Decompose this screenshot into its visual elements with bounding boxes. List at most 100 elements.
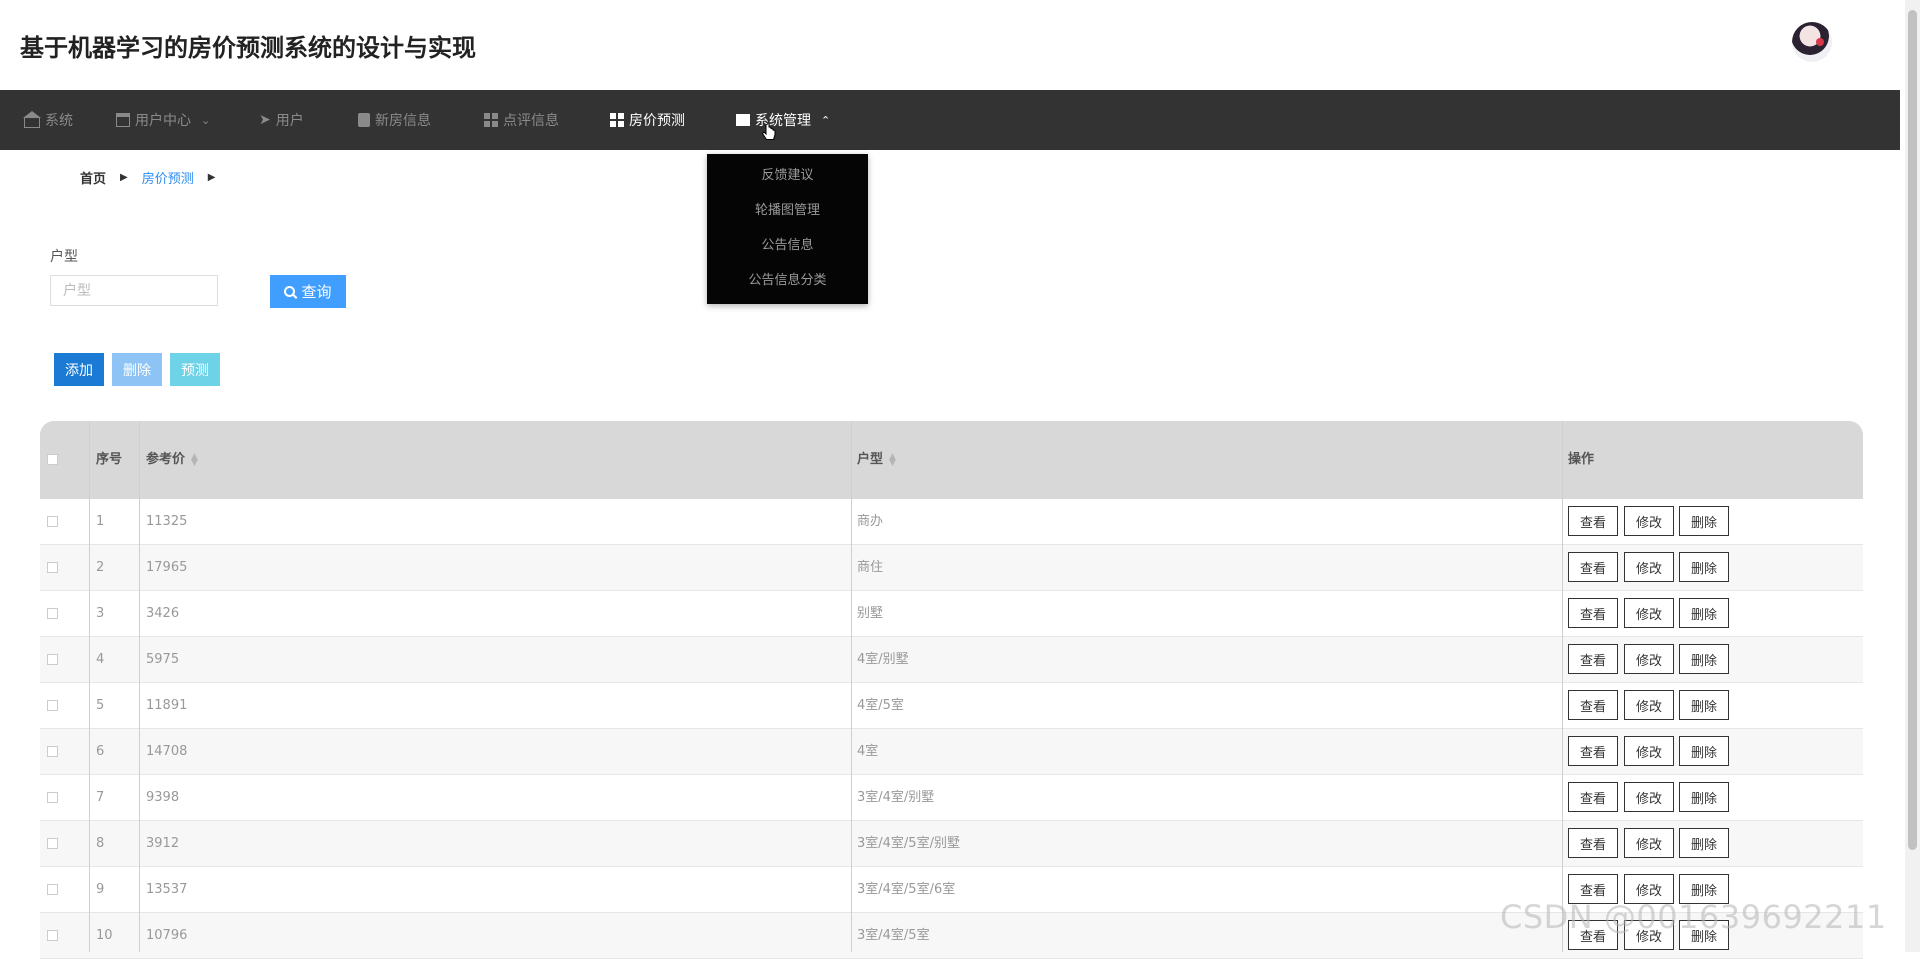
table-row: 7 9398 3室/4室/别墅 查看 修改 删除 bbox=[40, 775, 1863, 821]
delete-button[interactable]: 删除 bbox=[1679, 736, 1729, 766]
hand-cursor-icon bbox=[762, 124, 776, 140]
row-checkbox[interactable] bbox=[47, 838, 58, 849]
cell-type: 3室/4室/5室/6室 bbox=[857, 882, 956, 897]
watermark: CSDN @001639692211 bbox=[1500, 898, 1887, 936]
user-avatar[interactable] bbox=[1792, 22, 1832, 62]
batch-delete-button[interactable]: 删除 bbox=[112, 353, 162, 386]
nav-item-reviews[interactable]: 点评信息 bbox=[484, 90, 559, 150]
row-checkbox[interactable] bbox=[47, 700, 58, 711]
cell-index: 1 bbox=[96, 514, 105, 529]
nav-item-label: 用户中心 bbox=[135, 113, 191, 129]
row-checkbox[interactable] bbox=[47, 608, 58, 619]
edit-button[interactable]: 修改 bbox=[1624, 506, 1674, 536]
edit-button[interactable]: 修改 bbox=[1624, 598, 1674, 628]
select-all-checkbox[interactable] bbox=[47, 454, 58, 465]
view-button[interactable]: 查看 bbox=[1568, 782, 1618, 812]
table-row: 5 11891 4室/5室 查看 修改 删除 bbox=[40, 683, 1863, 729]
delete-button[interactable]: 删除 bbox=[1679, 598, 1729, 628]
edit-button[interactable]: 修改 bbox=[1624, 782, 1674, 812]
view-button[interactable]: 查看 bbox=[1568, 690, 1618, 720]
header: 基于机器学习的房价预测系统的设计与实现 bbox=[0, 0, 1900, 90]
header-type[interactable]: 户型 ▲ ▼ bbox=[857, 421, 896, 499]
cell-index: 7 bbox=[96, 790, 105, 805]
row-checkbox[interactable] bbox=[47, 792, 58, 803]
breadcrumb-current[interactable]: 房价预测 bbox=[142, 168, 194, 187]
dropdown-item-announcement-categories[interactable]: 公告信息分类 bbox=[707, 263, 868, 298]
nav-item-system[interactable]: 系统 bbox=[23, 90, 73, 150]
dropdown-item-announcements[interactable]: 公告信息 bbox=[707, 228, 868, 263]
table-row: 1 11325 商办 查看 修改 删除 bbox=[40, 499, 1863, 545]
edit-button[interactable]: 修改 bbox=[1624, 552, 1674, 582]
delete-button[interactable]: 删除 bbox=[1679, 506, 1729, 536]
sort-icon[interactable]: ▲ ▼ bbox=[889, 452, 896, 467]
predict-button[interactable]: 预测 bbox=[170, 353, 220, 386]
delete-button[interactable]: 删除 bbox=[1679, 644, 1729, 674]
nav-item-price-prediction[interactable]: 房价预测 bbox=[610, 90, 685, 150]
breadcrumb-home[interactable]: 首页 bbox=[80, 168, 106, 187]
row-checkbox[interactable] bbox=[47, 884, 58, 895]
row-checkbox[interactable] bbox=[47, 930, 58, 941]
edit-button[interactable]: 修改 bbox=[1624, 644, 1674, 674]
row-checkbox[interactable] bbox=[47, 746, 58, 757]
row-checkbox[interactable] bbox=[47, 654, 58, 665]
cell-price: 14708 bbox=[146, 744, 188, 759]
view-button[interactable]: 查看 bbox=[1568, 828, 1618, 858]
breadcrumb: 首页 ▶ 房价预测 ▶ bbox=[80, 168, 229, 187]
cell-type: 3室/4室/别墅 bbox=[857, 790, 935, 805]
view-button[interactable]: 查看 bbox=[1568, 506, 1618, 536]
cell-index: 2 bbox=[96, 560, 105, 575]
nav-item-new-house[interactable]: 新房信息 bbox=[358, 90, 431, 150]
clipboard-icon bbox=[358, 113, 370, 127]
column-divider bbox=[89, 421, 90, 952]
header-type-label: 户型 bbox=[857, 452, 884, 467]
cell-type: 商办 bbox=[857, 514, 884, 529]
query-button[interactable]: 查询 bbox=[270, 275, 346, 308]
site-title: 基于机器学习的房价预测系统的设计与实现 bbox=[20, 34, 476, 62]
scrollbar-thumb[interactable] bbox=[1908, 10, 1917, 850]
cell-index: 9 bbox=[96, 882, 105, 897]
sort-icon[interactable]: ▲ ▼ bbox=[191, 452, 198, 467]
dropdown-item-carousel[interactable]: 轮播图管理 bbox=[707, 193, 868, 228]
view-button[interactable]: 查看 bbox=[1568, 552, 1618, 582]
cell-index: 4 bbox=[96, 652, 105, 667]
house-type-search-input[interactable] bbox=[50, 275, 218, 306]
delete-button[interactable]: 删除 bbox=[1679, 782, 1729, 812]
chevron-up-icon: ⌃ bbox=[821, 113, 831, 127]
cell-price: 3912 bbox=[146, 836, 180, 851]
dropdown-item-feedback[interactable]: 反馈建议 bbox=[707, 158, 868, 193]
chevron-right-icon: ▶ bbox=[120, 172, 128, 183]
add-button[interactable]: 添加 bbox=[54, 353, 104, 386]
edit-button[interactable]: 修改 bbox=[1624, 828, 1674, 858]
cell-index: 5 bbox=[96, 698, 105, 713]
system-management-dropdown: 反馈建议 轮播图管理 公告信息 公告信息分类 bbox=[707, 154, 868, 304]
nav-item-label: 房价预测 bbox=[629, 113, 685, 129]
cell-price: 11891 bbox=[146, 698, 188, 713]
column-divider bbox=[851, 421, 852, 952]
nav-item-user[interactable]: ➤ 用户 bbox=[259, 90, 304, 150]
chevron-down-icon: ⌄ bbox=[201, 113, 211, 127]
delete-button[interactable]: 删除 bbox=[1679, 552, 1729, 582]
home-icon bbox=[23, 110, 41, 128]
grid-icon bbox=[610, 113, 624, 127]
nav-item-system-management[interactable]: 系统管理 ⌃ bbox=[736, 90, 830, 150]
view-button[interactable]: 查看 bbox=[1568, 736, 1618, 766]
nav-item-user-center[interactable]: 用户中心 ⌄ bbox=[116, 90, 210, 150]
cell-type: 3室/4室/5室 bbox=[857, 928, 930, 943]
search-label: 户型 bbox=[50, 249, 78, 265]
cell-type: 4室/别墅 bbox=[857, 652, 909, 667]
row-checkbox[interactable] bbox=[47, 562, 58, 573]
row-checkbox[interactable] bbox=[47, 516, 58, 527]
edit-button[interactable]: 修改 bbox=[1624, 690, 1674, 720]
cell-price: 3426 bbox=[146, 606, 180, 621]
delete-button[interactable]: 删除 bbox=[1679, 828, 1729, 858]
delete-button[interactable]: 删除 bbox=[1679, 690, 1729, 720]
cell-type: 3室/4室/5室/别墅 bbox=[857, 836, 960, 851]
edit-button[interactable]: 修改 bbox=[1624, 736, 1674, 766]
view-button[interactable]: 查看 bbox=[1568, 598, 1618, 628]
chevron-right-icon: ▶ bbox=[207, 172, 216, 183]
vertical-scrollbar[interactable] bbox=[1905, 0, 1920, 952]
header-price[interactable]: 参考价 ▲ ▼ bbox=[146, 421, 198, 499]
top-navbar: 系统 用户中心 ⌄ ➤ 用户 新房信息 点评信息 房价预测 系统管理 ⌃ bbox=[0, 90, 1900, 150]
cell-type: 4室/5室 bbox=[857, 698, 904, 713]
view-button[interactable]: 查看 bbox=[1568, 644, 1618, 674]
